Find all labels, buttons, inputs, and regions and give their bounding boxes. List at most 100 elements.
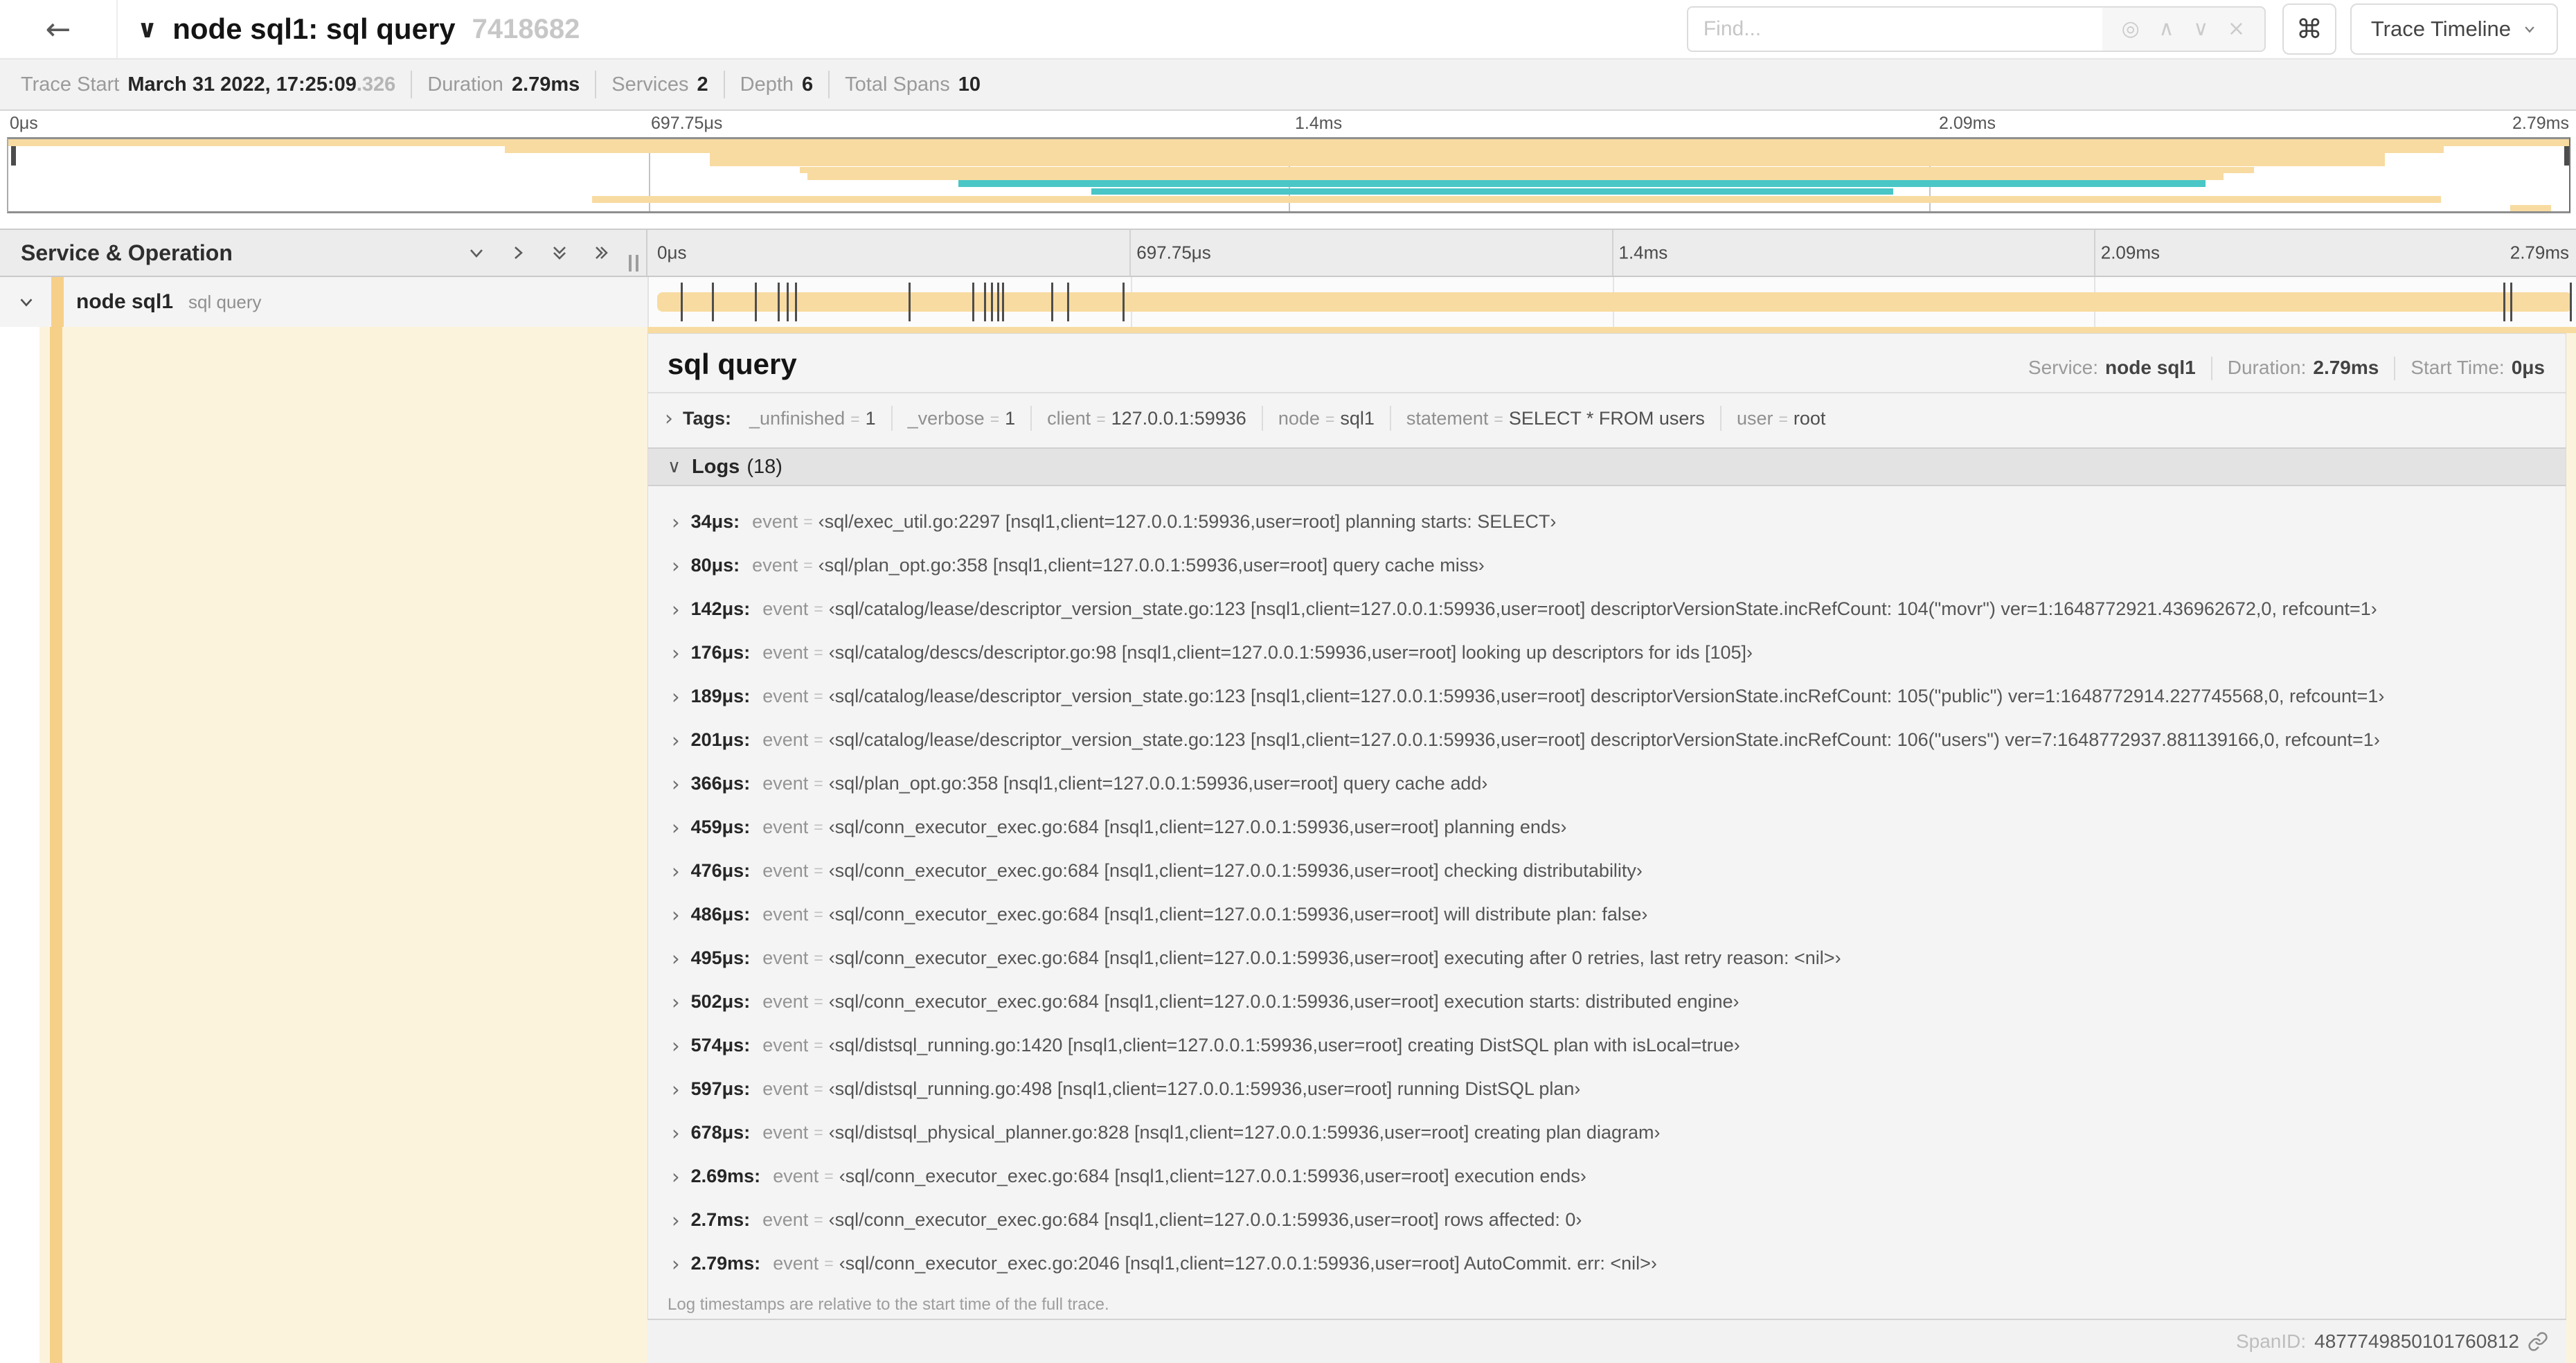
clear-search-icon[interactable]: × [2228,19,2245,39]
span-name-cell[interactable]: node sql1 sql query [0,277,647,327]
log-row[interactable]: › 2.7ms: event = ‹sql/conn_executor_exec.go:… [648,1198,2566,1242]
prev-match-icon[interactable]: ∧ [2159,19,2174,39]
tags-label: Tags: [683,407,732,429]
equals-sign: = [814,949,823,967]
chevron-right-icon: › [672,859,680,883]
log-timestamp: 597μs: [690,1078,751,1099]
log-marker [787,283,789,321]
log-field-name: event [762,642,809,663]
summary-item-label: Depth [740,73,794,96]
log-row[interactable]: › 495μs: event = ‹sql/conn_executor_exec.go:… [648,936,2566,980]
log-field-name: event [762,598,809,619]
chevron-right-icon: › [672,684,680,709]
timeline-header-row: Service & Operation 0μs 697.75μs 1.4ms 2.09… [0,229,2576,277]
log-timestamp: 502μs: [690,991,751,1012]
time-tick-label: 2.79ms [2512,114,2569,133]
log-field-value: ‹sql/conn_executor_exec.go:2046 [nsql1,c… [839,1253,1657,1274]
log-row[interactable]: › 476μs: event = ‹sql/conn_executor_exec.go:… [648,849,2566,893]
chevron-right-icon: › [672,772,680,796]
minimap-span-bar [807,173,2224,181]
link-icon[interactable] [2528,1331,2548,1352]
minimap-span-bar [1091,188,1893,195]
detail-row-accent [50,327,62,1363]
summary-item-label: Services [611,73,689,96]
log-timestamp: 189μs: [690,686,751,706]
log-row[interactable]: › 486μs: event = ‹sql/conn_executor_exec.go:… [648,893,2566,936]
log-field-value: ‹sql/catalog/lease/descriptor_version_st… [828,729,2380,750]
log-row[interactable]: › 502μs: event = ‹sql/conn_executor_exec.go:… [648,980,2566,1024]
span-operation-name: sql query [188,291,262,312]
find-input[interactable] [1686,6,2102,52]
time-tick-label: 1.4ms [1295,114,1343,133]
log-marker [972,283,974,321]
log-field-name: event [752,511,798,532]
log-marker [990,283,993,321]
time-tick-label: 0μs [657,242,687,263]
collapse-all-icon[interactable] [549,242,570,263]
minimap-span-bar [592,196,2442,203]
expand-all-icon[interactable] [591,242,611,263]
trace-title: node sql1: sql query [172,12,456,45]
summary-item-label: Trace Start [21,73,120,96]
tags-toggle-row[interactable]: › Tags: _unfinished = 1 _verbose = 1 client = 12… [648,393,2566,438]
column-resize-handle[interactable] [629,255,638,271]
log-field-value: ‹sql/conn_executor_exec.go:684 [nsql1,cl… [828,904,1648,925]
next-match-icon[interactable]: ∨ [2193,19,2208,39]
time-tick-label: 2.09ms [1939,114,1996,133]
log-row[interactable]: › 2.69ms: event = ‹sql/conn_executor_exec.go… [648,1155,2566,1198]
tag-value: sql1 [1340,407,1375,429]
log-row[interactable]: › 142μs: event = ‹sql/catalog/lease/descript… [648,587,2566,631]
log-row[interactable]: › 2.79ms: event = ‹sql/conn_executor_exec.go… [648,1242,2566,1285]
log-row[interactable]: › 80μs: event = ‹sql/plan_opt.go:358 [nsql1,… [648,544,2566,587]
minimap-span-bar [799,166,2255,174]
tags-list: _unfinished = 1 _verbose = 1 client = 127.0.0.1:… [749,406,1825,431]
span-children-collapse-icon[interactable] [17,292,36,312]
equals-sign: = [814,687,823,705]
service-operation-title: Service & Operation [21,240,233,265]
log-field-name: event [762,773,809,794]
log-field-value: ‹sql/conn_executor_exec.go:684 [nsql1,cl… [828,1209,1582,1230]
logs-toggle-header[interactable]: ∨ Logs (18) [648,447,2566,486]
log-field-name: event [762,817,809,837]
trace-view-selector[interactable]: Trace Timeline [2350,3,2558,55]
tag-value: 127.0.0.1:59936 [1111,407,1246,429]
equals-sign: = [814,1123,823,1141]
minimap-canvas[interactable] [7,137,2570,213]
log-timestamp: 678μs: [690,1122,751,1143]
log-marker [996,283,999,321]
log-row[interactable]: › 201μs: event = ‹sql/catalog/lease/descript… [648,718,2566,762]
tag-value: 1 [1005,407,1016,429]
log-field-name: event [773,1166,819,1186]
log-marker [983,283,986,321]
trace-collapse-chevron-icon[interactable]: ∨ [137,15,157,44]
log-row[interactable]: › 678μs: event = ‹sql/distsql_physical_plann… [648,1111,2566,1155]
locate-icon[interactable]: ◎ [2122,19,2140,39]
log-marker [712,283,715,321]
log-row[interactable]: › 459μs: event = ‹sql/conn_executor_exec.go:… [648,805,2566,849]
log-row[interactable]: › 574μs: event = ‹sql/distsql_running.go:142… [648,1024,2566,1067]
log-field-name: event [762,686,809,706]
log-marker [1066,283,1069,321]
tag-item: client = 127.0.0.1:59936 [1047,408,1246,429]
log-row[interactable]: › 189μs: event = ‹sql/catalog/lease/descript… [648,675,2566,718]
find-controls: ◎ ∧ ∨ × [2102,6,2266,52]
service-label: Service: [2028,357,2099,378]
log-field-value: ‹sql/catalog/lease/descriptor_version_st… [828,598,2377,619]
chevron-right-icon: › [672,641,680,665]
equals-sign: = [1325,409,1335,428]
span-bar-cell[interactable] [647,277,2576,327]
minimap-span-bar [8,139,2569,146]
time-tick-label: 697.75μs [1136,242,1211,263]
tag-key: client [1047,407,1091,429]
log-row[interactable]: › 34μs: event = ‹sql/exec_util.go:2297 [nsql… [648,500,2566,544]
collapse-one-icon[interactable] [466,242,487,263]
equals-sign: = [803,513,813,531]
back-button[interactable]: ← [0,0,118,58]
log-row[interactable]: › 597μs: event = ‹sql/distsql_running.go:498… [648,1067,2566,1111]
expand-one-icon[interactable] [508,242,528,263]
equals-sign: = [1494,409,1503,428]
log-row[interactable]: › 366μs: event = ‹sql/plan_opt.go:358 [nsql1… [648,762,2566,805]
log-row[interactable]: › 176μs: event = ‹sql/catalog/descs/descript… [648,631,2566,675]
log-marker [908,283,911,321]
keyboard-shortcuts-button[interactable]: ⌘ [2282,3,2336,55]
